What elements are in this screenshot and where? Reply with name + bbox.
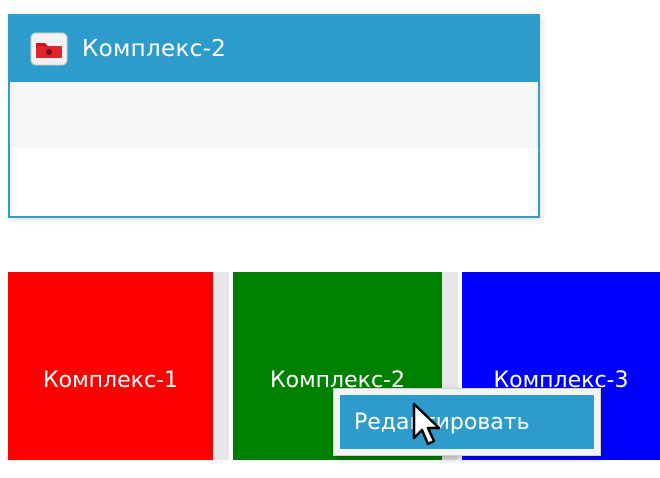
folder-icon <box>30 32 68 66</box>
list-item-selected[interactable]: Комплекс-2 <box>10 16 538 82</box>
list-item-label: Комплекс-2 <box>82 36 227 62</box>
panel-divider <box>213 272 229 460</box>
menu-item-edit[interactable]: Редактировать <box>340 395 594 449</box>
panel-complex-1[interactable]: Комплекс-1 <box>8 272 213 460</box>
panel-label: Комплекс-1 <box>43 367 178 393</box>
complex-list[interactable]: Комплекс-2 <box>8 14 540 218</box>
arrow-cursor-icon <box>410 402 444 450</box>
context-menu: Редактировать <box>333 388 601 456</box>
list-item-empty <box>10 82 538 148</box>
list-item-empty <box>10 148 538 214</box>
